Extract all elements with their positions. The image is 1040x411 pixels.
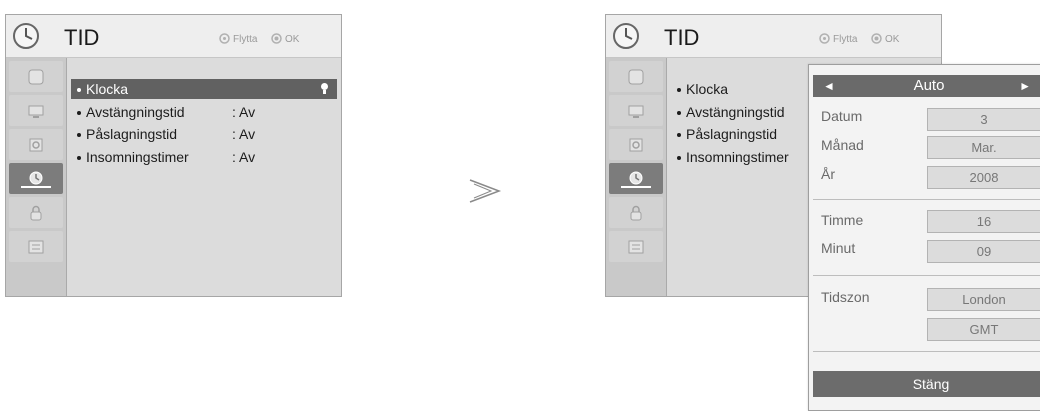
bullet <box>677 156 681 161</box>
sidebar-item-lock[interactable] <box>609 197 663 228</box>
arrows-icon <box>219 33 230 44</box>
sidebar-item-picture[interactable] <box>609 61 663 92</box>
sidebar-item-time[interactable] <box>9 163 63 194</box>
audio-icon <box>629 138 643 151</box>
menu-content: Klocka Avstängningstid : Av Påslagningst… <box>67 58 341 296</box>
bullet <box>677 111 681 116</box>
audio-icon <box>29 138 43 151</box>
hour-label: Timme <box>821 212 864 228</box>
menu-item-on-time[interactable]: Påslagningstid : Av <box>71 124 337 144</box>
clock-icon <box>29 171 43 184</box>
category-sidebar <box>606 58 667 296</box>
screen-icon <box>628 105 644 118</box>
page-title: TID <box>664 25 700 50</box>
year-field[interactable]: 2008 <box>927 166 1040 189</box>
arrows-icon <box>819 33 830 44</box>
year-label: År <box>821 166 835 182</box>
bullet <box>677 133 681 138</box>
minute-label: Minut <box>821 240 856 256</box>
sidebar-item-picture[interactable] <box>9 61 63 92</box>
option-icon <box>28 240 44 253</box>
clock-icon <box>629 171 643 184</box>
divider <box>813 351 1040 352</box>
clock-settings-popup: Auto ◄ ► Datum 3 Månad Mar. År 2008 Timm… <box>808 64 1040 411</box>
sidebar-item-time[interactable] <box>609 163 663 194</box>
ok-hint: OK <box>271 33 299 45</box>
lock-icon <box>630 205 642 220</box>
menu-item-sleep-timer[interactable]: Insomningstimer : Av <box>71 147 337 167</box>
bullet <box>77 156 81 161</box>
move-hint: Flytta <box>219 33 257 45</box>
close-button[interactable]: Stäng <box>813 371 1040 397</box>
divider <box>813 199 1040 200</box>
item-value: : Av <box>232 126 256 142</box>
page-title: TID <box>64 25 100 50</box>
ok-icon <box>871 33 882 44</box>
minute-field[interactable]: 09 <box>927 240 1040 263</box>
picture-icon <box>28 69 44 84</box>
bulb-icon <box>321 83 328 94</box>
menu-header: TID Flytta OK <box>606 15 941 58</box>
option-icon <box>628 240 644 253</box>
timezone-label: Tidszon <box>821 289 870 305</box>
menu-item-off-time[interactable]: Avstängningstid : Av <box>71 102 337 122</box>
active-underline <box>621 186 651 188</box>
screen-icon <box>28 105 44 118</box>
active-underline <box>21 186 51 188</box>
sidebar-item-option[interactable] <box>609 231 663 262</box>
mode-selector[interactable]: Auto ◄ ► <box>813 75 1040 97</box>
date-label: Datum <box>821 108 863 124</box>
bullet <box>77 88 81 93</box>
sidebar-item-screen[interactable] <box>609 95 663 126</box>
sidebar-item-screen[interactable] <box>9 95 63 126</box>
bullet <box>677 88 681 93</box>
time-menu-left: TID Flytta OK Klocka Avstängningstid: A… <box>5 14 342 297</box>
bullet <box>77 111 81 116</box>
sidebar-item-audio[interactable] <box>609 129 663 160</box>
month-field[interactable]: Mar. <box>927 136 1040 159</box>
date-field[interactable]: 3 <box>927 108 1040 131</box>
month-label: Månad <box>821 137 864 153</box>
sidebar-item-audio[interactable] <box>9 129 63 160</box>
chevron-right-icon <box>469 179 502 203</box>
sidebar-item-lock[interactable] <box>9 197 63 228</box>
divider <box>813 275 1040 276</box>
menu-header: TID Flytta OK <box>6 15 341 58</box>
picture-icon <box>628 69 644 84</box>
item-value: : Av <box>232 104 256 120</box>
ok-icon <box>271 33 282 44</box>
item-value: : Av <box>232 149 256 165</box>
clock-icon <box>13 23 39 49</box>
lock-icon <box>30 205 42 220</box>
ok-hint: OK <box>871 33 899 45</box>
clock-icon <box>613 23 639 49</box>
timezone-offset-field[interactable]: GMT <box>927 318 1040 341</box>
category-sidebar <box>6 58 67 296</box>
arrow-left-icon[interactable]: ◄ <box>823 75 835 97</box>
hour-field[interactable]: 16 <box>927 210 1040 233</box>
move-hint: Flytta <box>819 33 857 45</box>
mode-value: Auto <box>913 77 945 94</box>
arrow-right-icon[interactable]: ► <box>1019 75 1031 97</box>
timezone-city-field[interactable]: London <box>927 288 1040 311</box>
menu-item-clock[interactable]: Klocka <box>71 79 337 99</box>
sidebar-item-option[interactable] <box>9 231 63 262</box>
bullet <box>77 133 81 138</box>
